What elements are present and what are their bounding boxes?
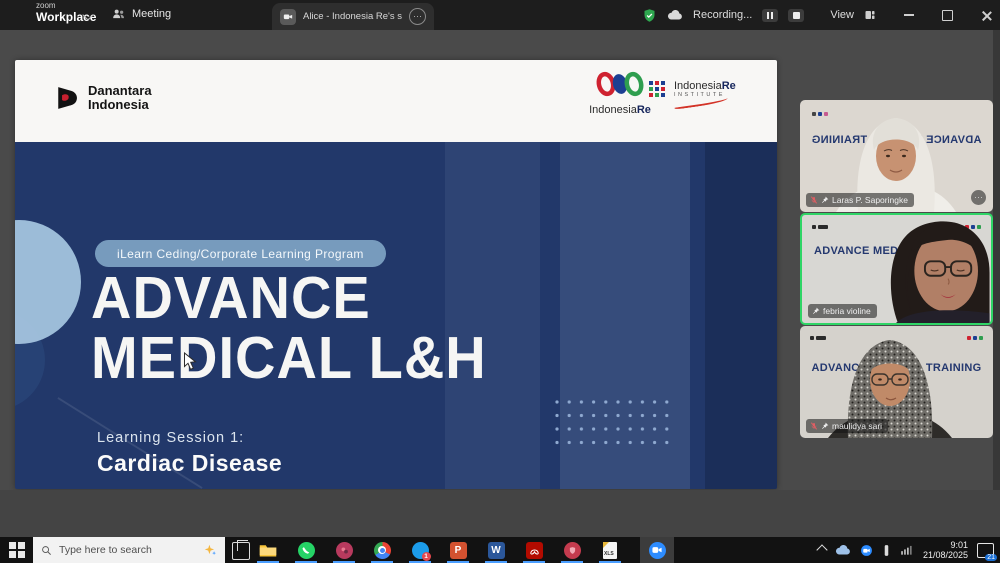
recording-status-label: Recording... xyxy=(693,9,752,21)
security-app-icon[interactable] xyxy=(562,540,582,560)
participant-tile-3[interactable]: ADVANCE MEDICAL TRAINING maulidya sari xyxy=(800,326,993,438)
taskbar-search[interactable]: Type here to search xyxy=(33,537,225,563)
task-view-icon[interactable] xyxy=(232,542,250,560)
maximize-button[interactable] xyxy=(942,10,953,21)
institute-dots-icon xyxy=(648,80,668,100)
spotlight-pin-icon xyxy=(821,196,829,204)
minimize-button[interactable] xyxy=(904,14,914,16)
stop-recording-button[interactable] xyxy=(788,9,804,22)
close-button[interactable] xyxy=(981,10,992,21)
meeting-label: Meeting xyxy=(132,8,171,20)
mouse-cursor xyxy=(183,352,198,371)
participant-name: febria violine xyxy=(823,306,871,316)
slide-title-line1: ADVANCE xyxy=(91,268,371,327)
search-icon xyxy=(41,545,52,556)
tab-meeting[interactable]: Meeting xyxy=(112,7,171,21)
photos-app-icon[interactable] xyxy=(334,540,354,560)
zoom-app-icon[interactable] xyxy=(647,540,667,560)
security-shield-icon[interactable] xyxy=(642,8,657,23)
session-label: Learning Session 1: xyxy=(97,430,244,446)
participant-name-tag: Laras P. Saporingke xyxy=(806,193,914,207)
danantara-logo-line1: Danantara xyxy=(88,84,152,98)
slide-header: Danantara Indonesia IndonesiaRe xyxy=(15,60,777,142)
decorative-circle-light xyxy=(15,220,81,344)
slide-title-line2: MEDICAL L&H xyxy=(91,328,487,387)
tray-chevron-up-icon[interactable] xyxy=(816,544,827,555)
participant-name: maulidya sari xyxy=(832,421,882,431)
shared-presentation-slide: Danantara Indonesia IndonesiaRe xyxy=(15,60,777,489)
spotlight-pin-icon xyxy=(812,307,820,315)
search-placeholder: Type here to search xyxy=(59,544,196,556)
clock-time: 9:01 xyxy=(923,540,968,551)
view-button-label[interactable]: View xyxy=(830,9,854,21)
mic-muted-icon xyxy=(810,196,818,204)
indonesiare-name: Indonesia xyxy=(589,104,637,116)
acrobat-icon[interactable] xyxy=(524,540,544,560)
usb-device-icon[interactable] xyxy=(882,544,891,557)
notification-center-icon[interactable]: 21 xyxy=(977,543,994,558)
danantara-logo: Danantara Indonesia xyxy=(55,84,152,111)
word-icon[interactable]: W xyxy=(486,540,506,560)
windows-taskbar: Type here to search 1 P W xyxy=(0,537,1000,563)
start-button[interactable] xyxy=(9,542,25,558)
meeting-toolbar: Audio Video 30 Participants 1 Chat Re xyxy=(0,490,1000,537)
taskbar-clock[interactable]: 9:01 21/08/2025 xyxy=(923,540,968,561)
cloud-recording-icon xyxy=(667,10,683,21)
zoom-meeting-window: zoom Workplace Meeting Alice - Indonesia… xyxy=(0,0,1000,563)
spotlight-pin-icon xyxy=(821,422,829,430)
xls-label: XLS xyxy=(604,551,614,557)
participant-name: Laras P. Saporingke xyxy=(832,195,908,205)
institute-name: Indonesia xyxy=(674,80,722,92)
tab-shared-screen[interactable]: Alice - Indonesia Re's screen xyxy=(272,3,434,30)
dot-grid-decoration xyxy=(555,400,677,450)
slide-body: iLearn Ceding/Corporate Learning Program… xyxy=(15,142,777,489)
whatsapp-icon[interactable] xyxy=(296,540,316,560)
meeting-icon xyxy=(112,7,126,21)
sidebar-edge xyxy=(993,30,1000,537)
teams-icon[interactable]: 1 xyxy=(410,540,430,560)
participant-name-tag: febria violine xyxy=(808,304,877,318)
clock-date: 21/08/2025 xyxy=(923,550,968,561)
participant-tile-1[interactable]: ADVANCE MEDICAL TRAINING Laras P. Sapori… xyxy=(800,100,993,212)
mic-muted-icon xyxy=(810,422,818,430)
program-badge-label: iLearn Ceding/Corporate Learning Program xyxy=(117,247,364,261)
share-tab-label: Alice - Indonesia Re's screen xyxy=(303,11,402,22)
indonesiare-rings-icon xyxy=(593,70,647,98)
screen-share-icon xyxy=(280,9,296,25)
file-explorer-icon[interactable] xyxy=(258,540,278,560)
spreadsheet-file-icon[interactable]: XLS xyxy=(600,540,620,560)
institute-suffix: Re xyxy=(722,80,736,92)
teams-badge: 1 xyxy=(422,552,431,561)
notification-count-badge: 21 xyxy=(985,554,997,561)
danantara-logo-icon xyxy=(55,85,81,111)
chrome-icon[interactable] xyxy=(372,540,392,560)
system-tray: 9:01 21/08/2025 21 xyxy=(818,537,1000,563)
pause-recording-button[interactable] xyxy=(762,9,778,22)
titlebar: zoom Workplace Meeting Alice - Indonesia… xyxy=(0,0,1000,30)
background-panel xyxy=(705,142,777,489)
copilot-sparkle-icon xyxy=(203,543,217,557)
tile-menu-button[interactable] xyxy=(971,190,986,205)
indonesiare-institute-logo: IndonesiaRe INSTITUTE xyxy=(648,80,736,106)
danantara-logo-line2: Indonesia xyxy=(88,98,152,112)
background-panel xyxy=(445,142,540,489)
powerpoint-icon[interactable]: P xyxy=(448,540,468,560)
zoom-tray-icon[interactable] xyxy=(860,544,873,557)
view-layout-icon[interactable] xyxy=(864,9,876,21)
tab-options-button[interactable] xyxy=(409,8,426,25)
network-icon[interactable] xyxy=(900,544,914,556)
participant-name-tag: maulidya sari xyxy=(806,419,888,433)
session-topic: Cardiac Disease xyxy=(97,450,282,477)
onedrive-icon[interactable] xyxy=(835,545,851,556)
participant-tile-2-active-speaker[interactable]: ADVANCE MEDICAL T febria violine xyxy=(800,213,993,325)
